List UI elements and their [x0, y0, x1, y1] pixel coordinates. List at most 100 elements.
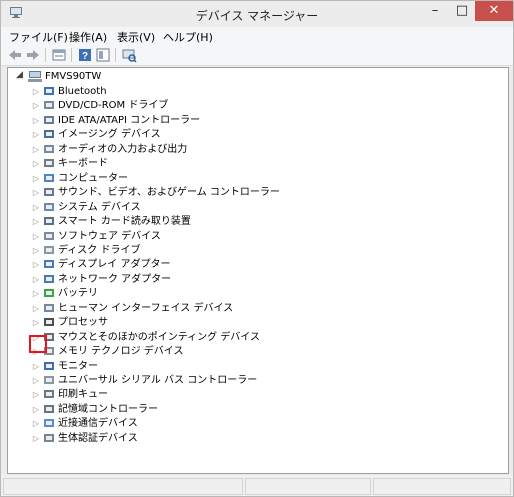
status-bar	[1, 475, 513, 496]
tree-item-label: Bluetooth	[58, 86, 107, 97]
expand-arrow-icon[interactable]: ▷	[31, 360, 41, 374]
expand-arrow-icon[interactable]: ▷	[31, 157, 41, 171]
back-icon[interactable]	[7, 47, 23, 63]
tree-item-label: 記憶域コントローラー	[58, 403, 158, 415]
status-cell	[373, 478, 511, 495]
expand-arrow-icon[interactable]: ▷	[31, 172, 41, 186]
tree-item-label: イメージング デバイス	[58, 129, 161, 141]
expand-arrow-icon[interactable]: ▷	[31, 128, 41, 142]
tree-item-label: ネットワーク アダプター	[58, 273, 172, 285]
tree-item-label: コンピューター	[58, 172, 128, 184]
dvd-drive-icon	[44, 101, 54, 110]
imaging-device-icon	[44, 130, 54, 139]
title-bar: デバイス マネージャー – □ ✕	[1, 1, 513, 27]
tree-item-label: IDE ATA/ATAPI コントローラー	[58, 114, 201, 126]
close-button[interactable]: ✕	[475, 1, 513, 21]
ide-controller-icon	[44, 115, 54, 124]
svg-text:?: ?	[82, 51, 88, 62]
proximity-icon	[44, 419, 54, 428]
bluetooth-icon	[44, 87, 54, 95]
toolbar: ?	[1, 45, 513, 66]
tree-item-label: ユニバーサル シリアル バス コントローラー	[58, 375, 258, 386]
tree-item-label: ディスプレイ アダプター	[58, 259, 171, 271]
tree-item-label: システム デバイス	[58, 201, 141, 213]
printer-icon	[44, 390, 54, 399]
tree-item-label: モニター	[58, 360, 98, 372]
tree-item-label: オーディオの入力および出力	[58, 143, 188, 155]
expand-arrow-icon[interactable]: ▷	[31, 374, 41, 388]
expand-arrow-icon[interactable]: ▷	[31, 287, 41, 301]
expand-arrow-icon[interactable]: ▷	[31, 215, 41, 229]
expand-arrow-icon[interactable]: ▷	[31, 143, 41, 157]
expand-arrow-icon[interactable]: ▷	[31, 201, 41, 215]
tree-item-label: スマート カード読み取り装置	[58, 216, 191, 228]
highlight-box	[29, 335, 47, 353]
expand-arrow-icon[interactable]: ▷	[31, 230, 41, 244]
computer-icon	[44, 173, 54, 182]
sound-icon	[44, 188, 54, 197]
expand-arrow-icon[interactable]: ▷	[31, 432, 41, 446]
expand-arrow-icon[interactable]: ▷	[31, 273, 41, 287]
menu-view[interactable]: 表示(V)	[117, 29, 155, 45]
expand-arrow-icon[interactable]: ▷	[31, 417, 41, 431]
battery-icon	[44, 289, 54, 298]
processor-icon	[44, 318, 54, 327]
expand-arrow-icon[interactable]: ▷	[31, 316, 41, 330]
device-manager-window: デバイス マネージャー – □ ✕ ファイル(F) 操作(A) 表示(V) ヘル…	[0, 0, 514, 497]
computer-root-icon	[28, 71, 42, 82]
system-device-icon	[44, 202, 54, 211]
collapse-arrow-icon[interactable]: ◢	[16, 70, 26, 84]
tree-item-label: マウスとそのほかのポインティング デバイス	[58, 331, 260, 343]
device-tree[interactable]: ◢ FMVS90TW ▷ Bluetooth ▷ DVD/CD-ROM ドライブ ▷ ID…	[7, 67, 509, 474]
toolbar-separator	[71, 48, 72, 62]
expand-arrow-icon[interactable]: ▷	[31, 99, 41, 113]
expand-arrow-icon[interactable]: ▷	[31, 302, 41, 316]
expand-arrow-icon[interactable]: ▷	[31, 258, 41, 272]
tree-item-label: ディスク ドライブ	[58, 244, 141, 256]
maximize-button[interactable]: □	[449, 1, 475, 21]
tree-item-label: バッテリ	[58, 288, 98, 300]
tree-item-label: 生体認証デバイス	[58, 432, 138, 444]
help-icon[interactable]: ?	[77, 47, 93, 63]
expand-arrow-icon[interactable]: ▷	[31, 244, 41, 258]
menu-bar: ファイル(F) 操作(A) 表示(V) ヘルプ(H)	[1, 27, 513, 45]
minimize-button[interactable]: –	[421, 1, 449, 21]
software-device-icon	[44, 231, 54, 240]
tree-item-label: DVD/CD-ROM ドライブ	[58, 100, 169, 112]
tree-item-label: ソフトウェア デバイス	[58, 230, 161, 242]
expand-arrow-icon[interactable]: ▷	[31, 114, 41, 128]
tree-item-label: ヒューマン インターフェイス デバイス	[58, 302, 234, 314]
tree-item-label: 印刷キュー	[58, 389, 108, 401]
tree-item-label: サウンド、ビデオ、およびゲーム コントローラー	[58, 187, 280, 199]
hid-icon	[44, 303, 54, 312]
show-hide-icon[interactable]	[95, 47, 111, 63]
properties-pane-icon[interactable]	[51, 47, 67, 63]
tree-item-label: メモリ テクノロジ デバイス	[58, 346, 184, 358]
expand-arrow-icon[interactable]: ▷	[31, 85, 41, 99]
keyboard-icon	[44, 159, 54, 168]
tree-item-label: 近接通信デバイス	[58, 418, 138, 430]
status-cell	[3, 478, 243, 495]
menu-help[interactable]: ヘルプ(H)	[163, 29, 213, 45]
audio-icon	[44, 144, 54, 153]
status-cell	[245, 478, 371, 495]
toolbar-separator	[45, 48, 46, 62]
scan-hardware-icon[interactable]	[121, 47, 137, 63]
storage-controller-icon	[44, 404, 54, 413]
disk-drive-icon	[44, 245, 54, 254]
smart-card-icon	[44, 217, 54, 226]
menu-action[interactable]: 操作(A)	[69, 29, 107, 45]
expand-arrow-icon[interactable]: ▷	[31, 186, 41, 200]
tree-item-label: キーボード	[58, 158, 108, 170]
tree-item-label: プロセッサ	[58, 317, 108, 329]
tree-root-label[interactable]: FMVS90TW	[45, 70, 101, 84]
monitor-icon	[44, 361, 54, 370]
display-adapter-icon	[44, 260, 54, 269]
expand-arrow-icon[interactable]: ▷	[31, 403, 41, 417]
biometric-icon	[44, 433, 54, 442]
menu-file[interactable]: ファイル(F)	[9, 29, 68, 45]
usb-icon	[44, 376, 54, 384]
toolbar-separator	[115, 48, 116, 62]
expand-arrow-icon[interactable]: ▷	[31, 388, 41, 402]
forward-icon[interactable]	[25, 47, 41, 63]
